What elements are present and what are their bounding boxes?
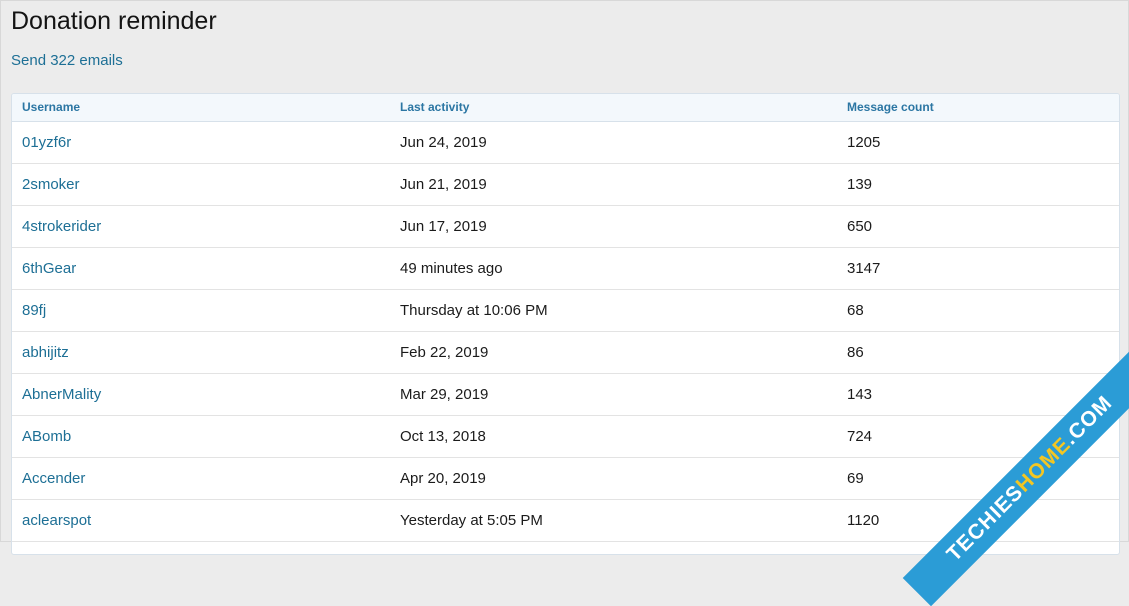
table-row: Accender Apr 20, 2019 69 [12,458,1119,500]
message-count-cell: 68 [847,302,864,319]
message-count-cell: 1205 [847,134,881,151]
username-link[interactable]: 4strokerider [22,218,101,235]
table-row: ABomb Oct 13, 2018 724 [12,416,1119,458]
last-activity-cell: Mar 29, 2019 [400,386,489,403]
username-link[interactable]: ABomb [22,428,71,445]
table-row: abhijitz Feb 22, 2019 86 [12,332,1119,374]
last-activity-cell: Yesterday at 5:05 PM [400,512,543,529]
username-link[interactable]: 2smoker [22,176,80,193]
users-table: Username Last activity Message count 01y… [11,93,1120,555]
page-title: Donation reminder [11,7,217,35]
username-link[interactable]: abhijitz [22,344,69,361]
table-row: 01yzf6r Jun 24, 2019 1205 [12,122,1119,164]
username-link[interactable]: 6thGear [22,260,76,277]
table-row: 2smoker Jun 21, 2019 139 [12,164,1119,206]
table-row: 6thGear 49 minutes ago 3147 [12,248,1119,290]
column-header-username[interactable]: Username [12,94,400,121]
message-count-cell: 69 [847,470,864,487]
username-link[interactable]: Accender [22,470,85,487]
username-link[interactable]: 01yzf6r [22,134,71,151]
username-link[interactable]: AbnerMality [22,386,101,403]
message-count-cell: 3147 [847,260,881,277]
table-row: AbnerMality Mar 29, 2019 143 [12,374,1119,416]
last-activity-cell: Oct 13, 2018 [400,428,486,445]
send-emails-link[interactable]: Send 322 emails [11,52,123,69]
last-activity-cell: Jun 21, 2019 [400,176,487,193]
column-header-last-activity[interactable]: Last activity [400,94,847,121]
table-row: 4strokerider Jun 17, 2019 650 [12,206,1119,248]
username-link[interactable]: aclearspot [22,512,91,529]
last-activity-cell: Jun 24, 2019 [400,134,487,151]
table-row: 89fj Thursday at 10:06 PM 68 [12,290,1119,332]
column-header-message-count[interactable]: Message count [847,94,1119,121]
last-activity-cell: Feb 22, 2019 [400,344,489,361]
table-header: Username Last activity Message count [12,94,1119,122]
message-count-cell: 139 [847,176,873,193]
last-activity-cell: Jun 17, 2019 [400,218,487,235]
message-count-cell: 650 [847,218,873,235]
last-activity-cell: 49 minutes ago [400,260,503,277]
message-count-cell: 86 [847,344,864,361]
last-activity-cell: Thursday at 10:06 PM [400,302,548,319]
last-activity-cell: Apr 20, 2019 [400,470,486,487]
username-link[interactable]: 89fj [22,302,46,319]
